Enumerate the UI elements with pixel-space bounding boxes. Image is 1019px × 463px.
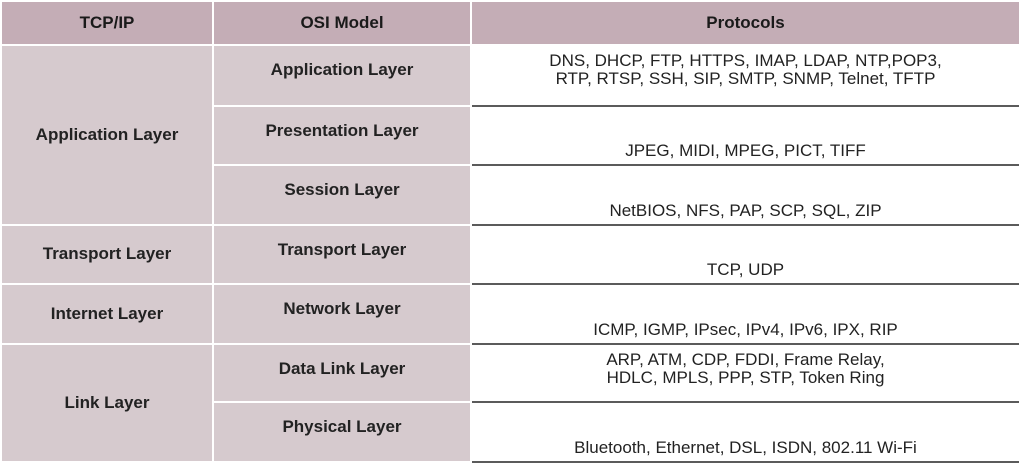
header-osi-model: OSI Model (212, 0, 472, 46)
osi-layer-cell: Data Link Layer (212, 342, 472, 404)
protocols-line: RTP, RTSP, SSH, SIP, SMTP, SNMP, Telnet,… (555, 69, 936, 88)
osi-layer-cell: Physical Layer (212, 401, 472, 463)
header-tcpip: TCP/IP (0, 0, 214, 46)
table-row: Internet Layer Network Layer ICMP, IGMP,… (0, 282, 1019, 345)
protocols-line: Bluetooth, Ethernet, DSL, ISDN, 802.11 W… (574, 438, 917, 457)
header-protocols: Protocols (470, 0, 1019, 46)
protocols-line: JPEG, MIDI, MPEG, PICT, TIFF (625, 141, 866, 161)
protocols-line: ARP, ATM, CDP, FDDI, Frame Relay, (606, 349, 885, 369)
protocols-cell: Bluetooth, Ethernet, DSL, ISDN, 802.11 W… (470, 401, 1019, 463)
protocols-line: DNS, DHCP, FTP, HTTPS, IMAP, LDAP, NTP,P… (549, 51, 942, 70)
protocols-cell: NetBIOS, NFS, PAP, SCP, SQL, ZIP (470, 164, 1019, 227)
protocols-cell: JPEG, MIDI, MPEG, PICT, TIFF (470, 104, 1019, 167)
table-row: Link Layer Data Link Layer ARP, ATM, CDP… (0, 342, 1019, 463)
osi-layer-cell: Application Layer (212, 44, 472, 107)
osi-layer-cell: Network Layer (212, 282, 472, 345)
protocol-table: TCP/IP OSI Model Protocols Application L… (0, 0, 1019, 463)
protocols-line: NetBIOS, NFS, PAP, SCP, SQL, ZIP (609, 201, 882, 221)
protocols-line: TCP, UDP (706, 259, 785, 279)
osi-layer-cell: Session Layer (212, 164, 472, 227)
protocols-cell: TCP, UDP (470, 224, 1019, 285)
table-row: Transport Layer Transport Layer TCP, UDP (0, 224, 1019, 285)
protocols-line: HDLC, MPLS, PPP, STP, Token Ring (606, 367, 885, 387)
table-row: Application Layer Application Layer DNS,… (0, 43, 1019, 227)
tcpip-layer-cell: Link Layer (0, 342, 214, 463)
tcpip-layer-cell: Internet Layer (0, 282, 214, 345)
tcpip-layer-cell: Transport Layer (0, 224, 214, 285)
header-row: TCP/IP OSI Model Protocols (0, 0, 1019, 46)
protocols-cell: DNS, DHCP, FTP, HTTPS, IMAP, LDAP, NTP,P… (470, 44, 1019, 107)
protocols-line: ICMP, IGMP, IPsec, IPv4, IPv6, IPX, RIP (593, 319, 898, 339)
osi-layer-cell: Presentation Layer (212, 104, 472, 167)
osi-layer-cell: Transport Layer (212, 224, 472, 285)
protocols-cell: ARP, ATM, CDP, FDDI, Frame Relay, HDLC, … (470, 342, 1019, 404)
tcpip-layer-cell: Application Layer (0, 43, 214, 227)
protocols-cell: ICMP, IGMP, IPsec, IPv4, IPv6, IPX, RIP (470, 282, 1019, 345)
